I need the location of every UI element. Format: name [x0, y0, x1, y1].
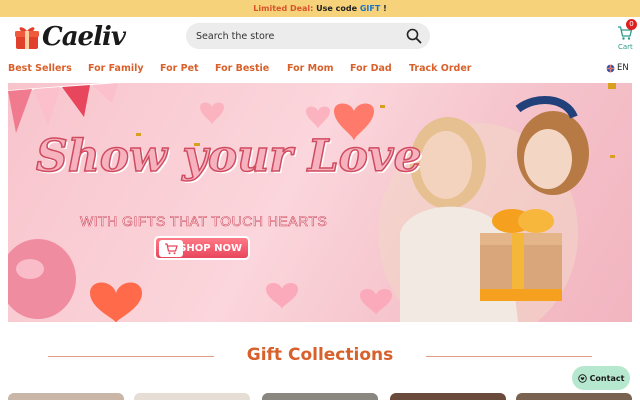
announcement-code: GIFT — [359, 4, 381, 13]
collection-card[interactable] — [262, 393, 378, 400]
cart-button[interactable]: 0 Cart — [612, 19, 638, 54]
contact-label: Contact — [589, 373, 625, 383]
cart-label: Cart — [618, 43, 633, 51]
announcement-prefix: Limited Deal: — [253, 4, 314, 13]
language-selector[interactable]: EN — [606, 63, 629, 73]
announcement-bar: Limited Deal: Use code GIFT ! — [0, 0, 640, 17]
nav-item-for-mom[interactable]: For Mom — [287, 63, 334, 74]
chat-heart-icon — [577, 373, 587, 383]
search-input[interactable] — [196, 23, 396, 49]
section-title: Gift Collections — [246, 345, 394, 365]
search-bar — [186, 23, 430, 49]
hero-title: Show your Love — [35, 130, 422, 183]
brand-name: Caeliv — [42, 22, 126, 52]
nav-item-track-order[interactable]: Track Order — [409, 63, 471, 74]
language-label: EN — [617, 63, 629, 73]
collection-thumbnails — [0, 393, 640, 400]
shop-now-label: SHOP NOW — [179, 242, 242, 254]
announcement-middle: Use code — [313, 4, 360, 13]
gift-box-icon — [15, 27, 39, 49]
brand-logo[interactable]: Caeliv — [14, 22, 126, 52]
collection-card[interactable] — [390, 393, 506, 400]
nav-item-for-dad[interactable]: For Dad — [350, 63, 392, 74]
nav-item-for-pet[interactable]: For Pet — [160, 63, 199, 74]
nav-item-best-sellers[interactable]: Best Sellers — [8, 63, 72, 74]
search-icon[interactable] — [406, 28, 422, 44]
collection-card[interactable] — [8, 393, 124, 400]
nav-item-for-bestie[interactable]: For Bestie — [215, 63, 269, 74]
hero-subtitle: WITH GIFTS THAT TOUCH HEARTS — [80, 213, 328, 230]
cart-count-badge: 0 — [626, 19, 637, 30]
globe-icon — [606, 64, 615, 72]
shopping-cart-icon — [159, 240, 183, 257]
collection-card[interactable] — [516, 393, 632, 400]
announcement-suffix: ! — [380, 4, 387, 13]
collection-card[interactable] — [134, 393, 250, 400]
hero-banner[interactable]: Show your Love WITH GIFTS THAT TOUCH HEA… — [8, 83, 632, 322]
contact-button[interactable]: Contact — [572, 366, 630, 390]
shop-now-button[interactable]: SHOP NOW — [154, 236, 250, 260]
nav-item-for-family[interactable]: For Family — [88, 63, 144, 74]
hero-decoration — [8, 83, 616, 322]
main-nav: Best Sellers For Family For Pet For Best… — [0, 60, 640, 78]
site-header: Caeliv 0 Cart — [0, 17, 640, 59]
